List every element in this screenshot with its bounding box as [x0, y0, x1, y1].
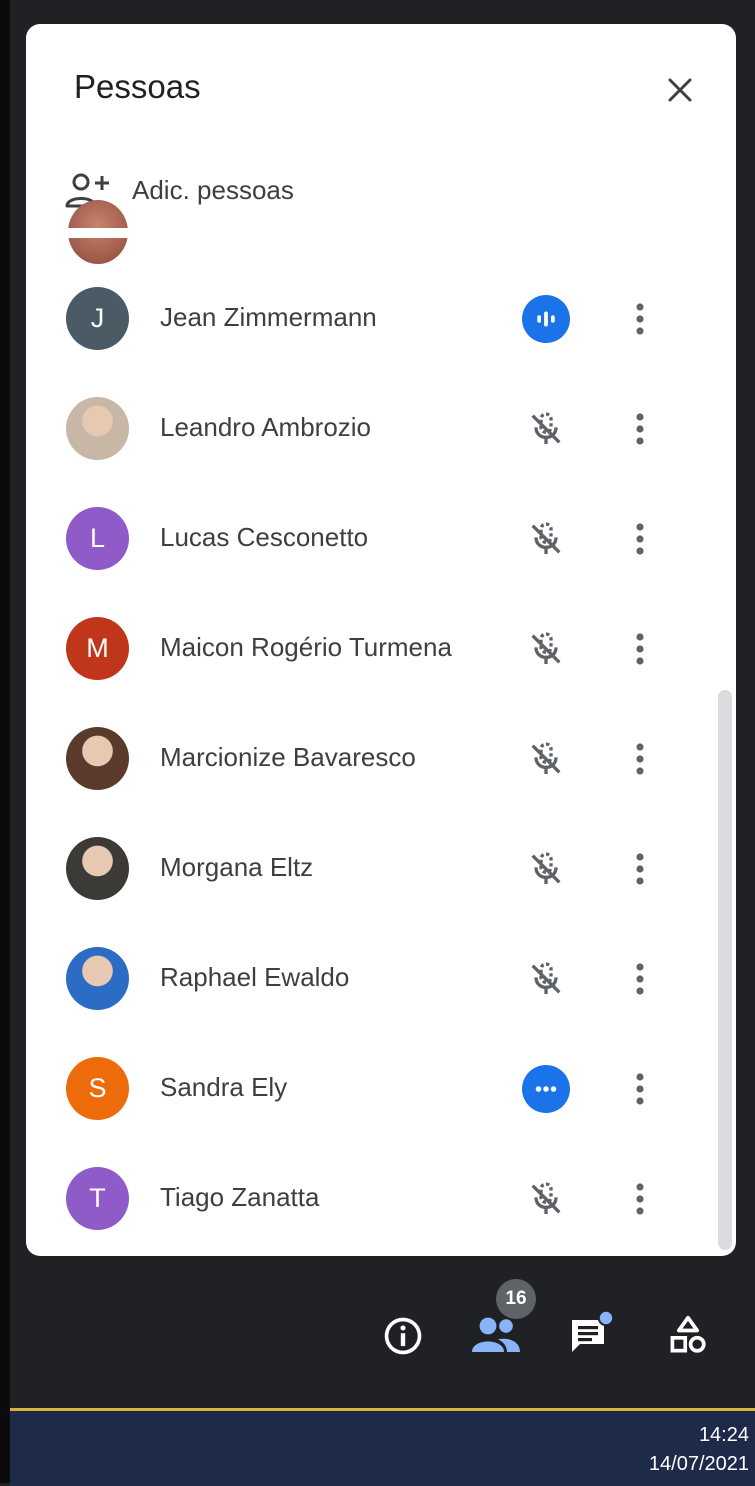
more-vert-icon	[636, 523, 644, 555]
avatar: S	[66, 1057, 129, 1120]
add-people-label: Adic. pessoas	[132, 174, 294, 205]
participant-options-button[interactable]	[622, 515, 658, 563]
more-vert-icon	[636, 853, 644, 885]
list-item[interactable]: Leandro Ambrozio	[26, 374, 726, 484]
participant-options-button[interactable]	[622, 1065, 658, 1113]
list-item[interactable]: Morgana Eltz	[26, 814, 726, 924]
participant-name: Tiago Zanatta	[160, 1182, 320, 1212]
mic-status-button[interactable]	[522, 845, 570, 893]
participant-name: Morgana Eltz	[160, 852, 314, 882]
participant-name: Maicon Rogério Turmena	[160, 632, 452, 662]
window-edge	[0, 0, 10, 1483]
more-vert-icon	[636, 1073, 644, 1105]
mic-off-icon	[531, 962, 561, 994]
participant-options-button[interactable]	[622, 1175, 658, 1223]
list-item[interactable]: J Jean Zimmermann	[26, 264, 726, 374]
list-item[interactable]: Marcionize Bavaresco	[26, 704, 726, 814]
avatar: J	[66, 287, 129, 350]
panel-title: Pessoas	[74, 68, 201, 105]
avatar	[66, 727, 129, 790]
more-vert-icon	[636, 963, 644, 995]
participant-options-button[interactable]	[622, 295, 658, 343]
people-list: J Jean Zimmermann Leandro Ambrozio L Lucas C…	[26, 264, 726, 1254]
participant-name: Sandra Ely	[160, 1072, 288, 1102]
participant-options-button[interactable]	[622, 625, 658, 673]
people-panel: Pessoas Adic. pessoas J Jean Zimmermann Le…	[26, 24, 736, 1256]
list-item[interactable]: M Maicon Rogério Turmena	[26, 594, 726, 704]
participant-options-button[interactable]	[622, 405, 658, 453]
clock-date: 14/07/2021	[648, 1453, 749, 1475]
speaking-icon	[537, 311, 555, 327]
audio-status-button[interactable]	[522, 1065, 570, 1113]
meeting-toolbar	[0, 1298, 755, 1398]
chat-icon	[572, 1310, 614, 1352]
audio-status-button[interactable]	[522, 295, 570, 343]
mic-status-button[interactable]	[522, 735, 570, 783]
mic-off-icon	[531, 742, 561, 774]
close-button[interactable]	[656, 66, 704, 114]
clock-time: 14:24	[698, 1424, 749, 1446]
more-vert-icon	[636, 413, 644, 445]
mic-status-button[interactable]	[522, 515, 570, 563]
list-item[interactable]: S Sandra Ely	[26, 1034, 726, 1144]
people-icon	[472, 1317, 520, 1352]
mic-status-button[interactable]	[522, 955, 570, 1003]
mic-status-button[interactable]	[522, 405, 570, 453]
mic-off-icon	[531, 632, 561, 664]
participant-options-button[interactable]	[622, 955, 658, 1003]
participant-name: Leandro Ambrozio	[160, 412, 372, 442]
list-item[interactable]: L Lucas Cesconetto	[26, 484, 726, 594]
more-vert-icon	[636, 633, 644, 665]
more-vert-icon	[636, 1183, 644, 1215]
avatar	[66, 837, 129, 900]
mic-off-icon	[531, 412, 561, 444]
mic-status-button[interactable]	[522, 625, 570, 673]
avatar	[66, 947, 129, 1010]
mic-off-icon	[531, 852, 561, 884]
people-button[interactable]	[468, 1306, 524, 1362]
taskbar: 14:24 14/07/2021	[10, 1408, 755, 1486]
participant-options-button[interactable]	[622, 845, 658, 893]
participant-options-button[interactable]	[622, 735, 658, 783]
shapes-icon	[670, 1315, 706, 1353]
mic-off-icon	[531, 1182, 561, 1214]
chat-button[interactable]	[562, 1306, 618, 1362]
avatar	[66, 397, 129, 460]
close-icon	[668, 78, 692, 102]
activities-button[interactable]	[660, 1308, 716, 1364]
more-vert-icon	[636, 303, 644, 335]
mic-status-button[interactable]	[522, 1175, 570, 1223]
list-item[interactable]: Raphael Ewaldo	[26, 924, 726, 1034]
avatar: T	[66, 1167, 129, 1230]
avatar: L	[66, 507, 129, 570]
meeting-details-button[interactable]	[375, 1308, 431, 1364]
system-clock[interactable]: 14:24 14/07/2021	[649, 1421, 749, 1479]
avatar: M	[66, 617, 129, 680]
participant-name: Jean Zimmermann	[160, 302, 377, 332]
list-item[interactable]: T Tiago Zanatta	[26, 1144, 726, 1254]
participant-name: Raphael Ewaldo	[160, 962, 350, 992]
scrollbar[interactable]	[718, 690, 732, 1250]
more-vert-icon	[636, 743, 644, 775]
participant-name: Marcionize Bavaresco	[160, 742, 416, 772]
mic-off-icon	[531, 522, 561, 554]
list-scroll-mask	[26, 228, 736, 238]
more-options-icon	[535, 1086, 557, 1092]
info-icon	[384, 1317, 422, 1355]
participant-name: Lucas Cesconetto	[160, 522, 369, 552]
